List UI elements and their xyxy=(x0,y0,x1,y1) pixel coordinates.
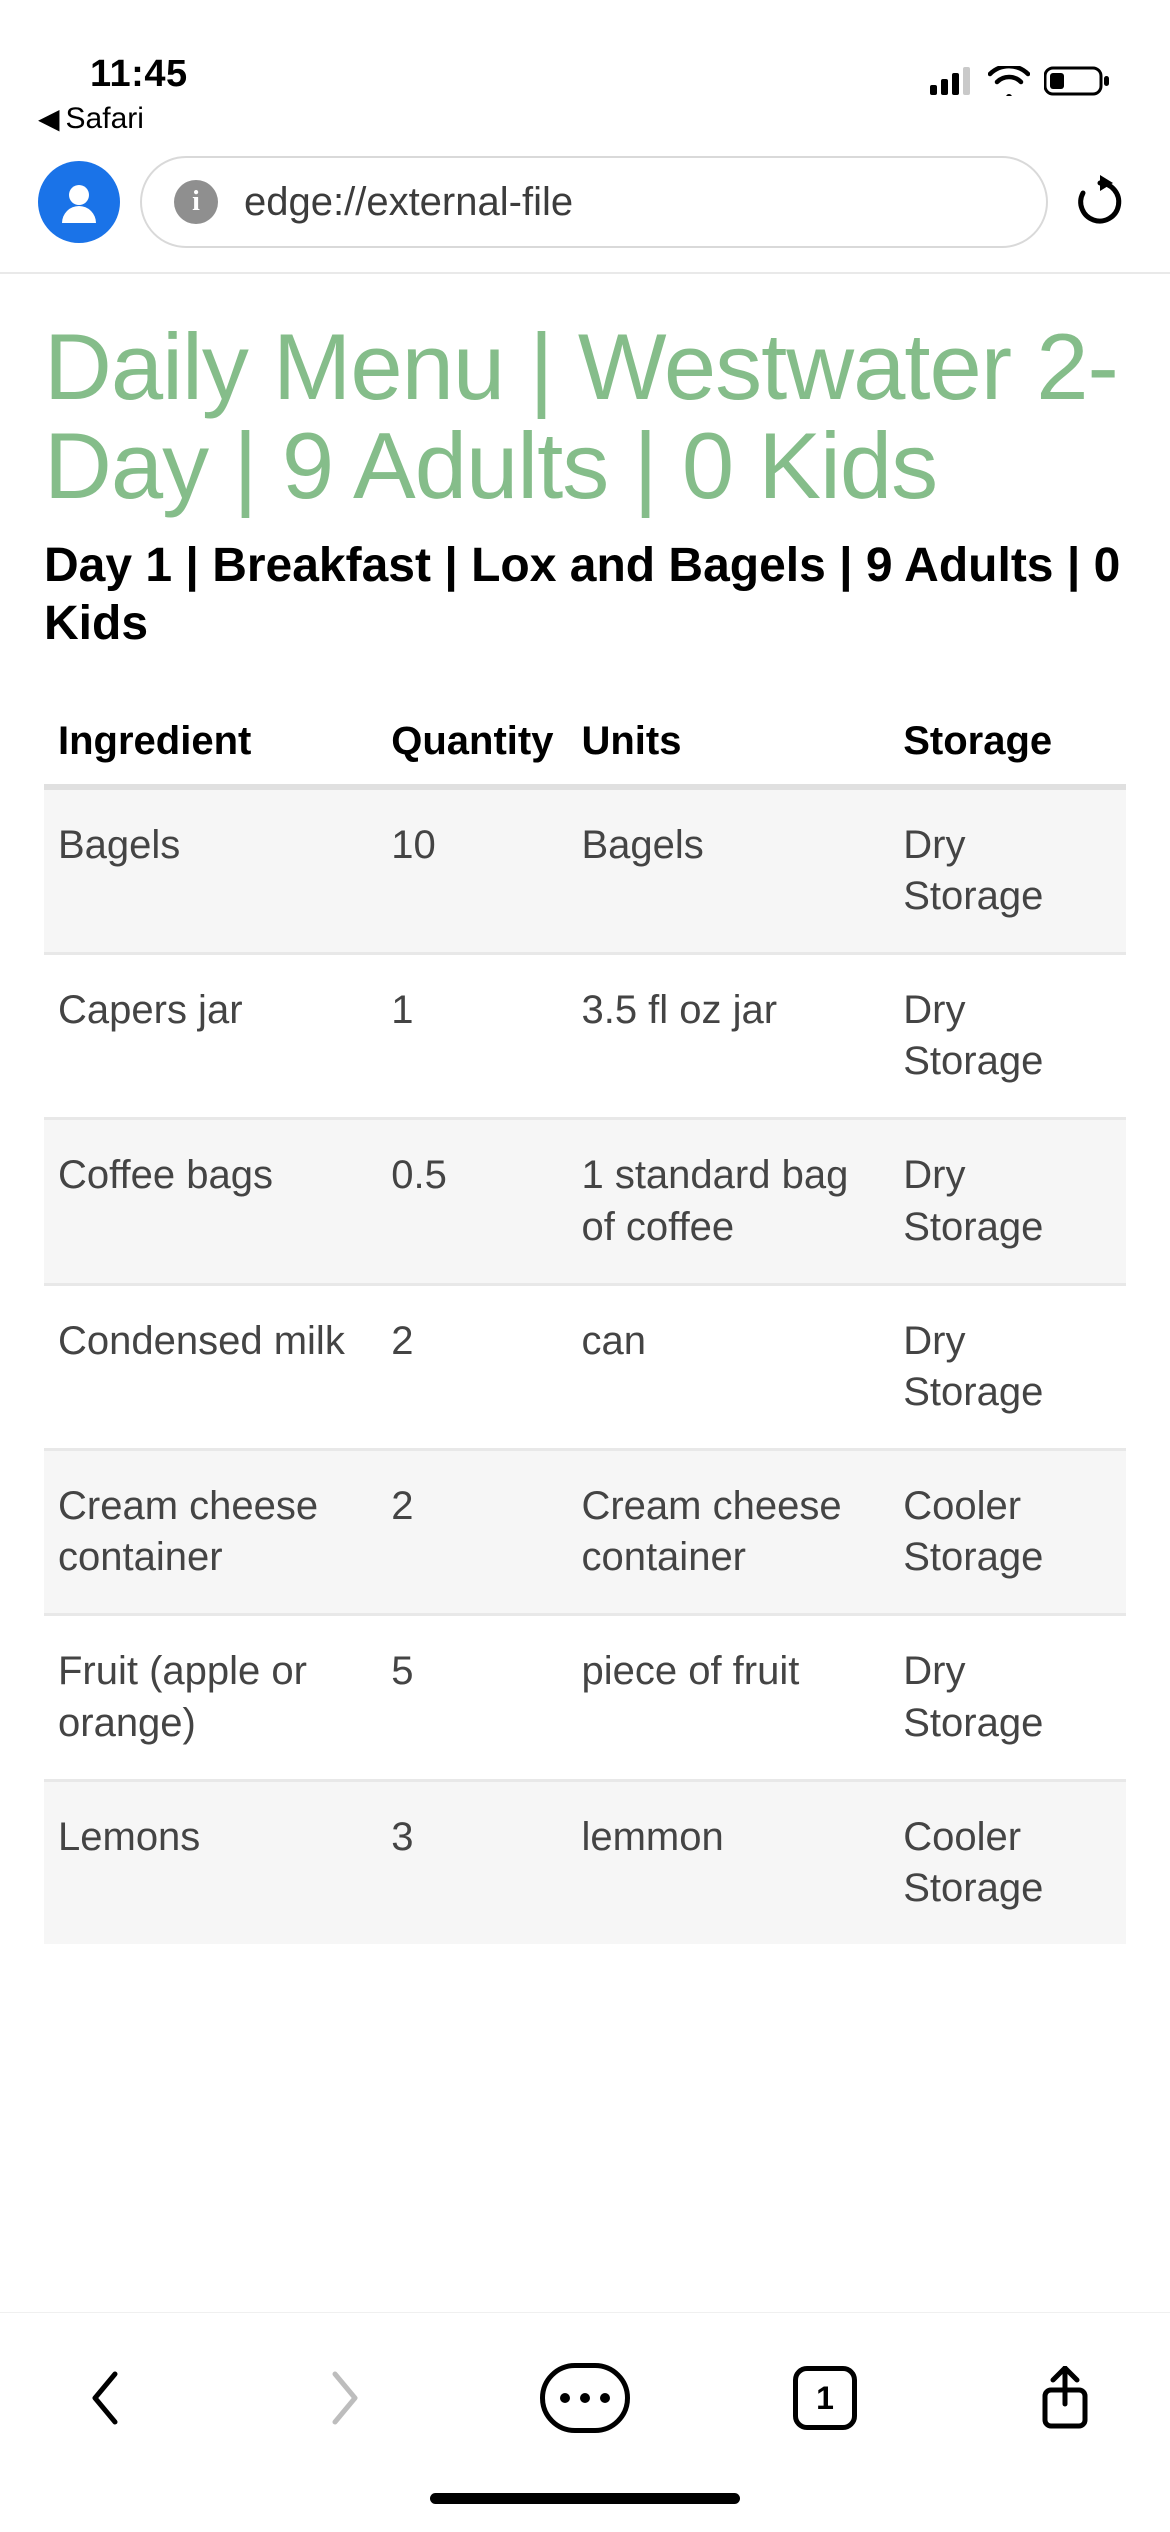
chevron-left-icon: ◀ xyxy=(38,105,60,133)
cell-ingredient: Lemons xyxy=(44,1780,377,1944)
cell-storage: Cooler Storage xyxy=(889,1450,1126,1615)
cell-ingredient: Condensed milk xyxy=(44,1284,377,1449)
wifi-icon xyxy=(988,66,1030,96)
home-indicator[interactable] xyxy=(430,2493,740,2504)
cell-units: can xyxy=(567,1284,889,1449)
cell-quantity: 0.5 xyxy=(377,1119,567,1284)
share-button[interactable] xyxy=(1020,2353,1110,2443)
cell-quantity: 2 xyxy=(377,1450,567,1615)
cell-quantity: 3 xyxy=(377,1780,567,1944)
share-icon xyxy=(1039,2366,1091,2430)
cell-ingredient: Coffee bags xyxy=(44,1119,377,1284)
status-bar: 11:45 xyxy=(0,0,1170,100)
chevron-left-icon xyxy=(85,2368,125,2428)
cellular-icon xyxy=(930,67,974,95)
cell-units: piece of fruit xyxy=(567,1615,889,1780)
table-row: Cream cheese container 2 Cream cheese co… xyxy=(44,1450,1126,1615)
cell-quantity: 2 xyxy=(377,1284,567,1449)
col-header-ingredient: Ingredient xyxy=(44,701,377,787)
cell-units: 1 standard bag of coffee xyxy=(567,1119,889,1284)
ellipsis-icon xyxy=(540,2363,630,2433)
table-row: Condensed milk 2 can Dry Storage xyxy=(44,1284,1126,1449)
person-icon xyxy=(56,179,102,225)
reload-icon xyxy=(1073,175,1127,229)
profile-button[interactable] xyxy=(38,161,120,243)
reload-button[interactable] xyxy=(1068,170,1132,234)
col-header-storage: Storage xyxy=(889,701,1126,787)
tabs-button[interactable]: 1 xyxy=(780,2353,870,2443)
site-info-icon[interactable]: i xyxy=(174,180,218,224)
nav-forward-button[interactable] xyxy=(300,2353,390,2443)
nav-back-button[interactable] xyxy=(60,2353,150,2443)
back-to-app-button[interactable]: ◀ Safari xyxy=(0,100,1170,150)
address-bar[interactable]: i edge://external-file xyxy=(140,156,1048,248)
cell-ingredient: Cream cheese container xyxy=(44,1450,377,1615)
cell-storage: Dry Storage xyxy=(889,953,1126,1118)
cell-quantity: 10 xyxy=(377,787,567,954)
chevron-right-icon xyxy=(325,2368,365,2428)
cell-quantity: 5 xyxy=(377,1615,567,1780)
back-to-app-label: Safari xyxy=(66,102,144,136)
page-title: Daily Menu | Westwater 2-Day | 9 Adults … xyxy=(44,318,1126,515)
ingredients-table: Ingredient Quantity Units Storage Bagels… xyxy=(44,701,1126,1945)
page-content: Daily Menu | Westwater 2-Day | 9 Adults … xyxy=(0,274,1170,1944)
col-header-units: Units xyxy=(567,701,889,787)
cell-units: Bagels xyxy=(567,787,889,954)
cell-storage: Dry Storage xyxy=(889,1615,1126,1780)
battery-icon xyxy=(1044,66,1110,96)
table-row: Coffee bags 0.5 1 standard bag of coffee… xyxy=(44,1119,1126,1284)
col-header-quantity: Quantity xyxy=(377,701,567,787)
table-row: Lemons 3 lemmon Cooler Storage xyxy=(44,1780,1126,1944)
status-icons xyxy=(930,66,1110,96)
cell-units: Cream cheese container xyxy=(567,1450,889,1615)
cell-storage: Dry Storage xyxy=(889,1119,1126,1284)
browser-bar: i edge://external-file xyxy=(0,150,1170,274)
cell-units: lemmon xyxy=(567,1780,889,1944)
cell-units: 3.5 fl oz jar xyxy=(567,953,889,1118)
cell-storage: Dry Storage xyxy=(889,787,1126,954)
table-header-row: Ingredient Quantity Units Storage xyxy=(44,701,1126,787)
menu-button[interactable] xyxy=(540,2353,630,2443)
cell-storage: Dry Storage xyxy=(889,1284,1126,1449)
cell-quantity: 1 xyxy=(377,953,567,1118)
cell-ingredient: Bagels xyxy=(44,787,377,954)
bottom-toolbar: 1 xyxy=(0,2312,1170,2532)
table-row: Fruit (apple or orange) 5 piece of fruit… xyxy=(44,1615,1126,1780)
cell-ingredient: Capers jar xyxy=(44,953,377,1118)
status-time: 11:45 xyxy=(90,53,188,96)
cell-storage: Cooler Storage xyxy=(889,1780,1126,1944)
url-text: edge://external-file xyxy=(244,180,573,225)
meal-heading: Day 1 | Breakfast | Lox and Bagels | 9 A… xyxy=(44,537,1126,652)
table-row: Bagels 10 Bagels Dry Storage xyxy=(44,787,1126,954)
cell-ingredient: Fruit (apple or orange) xyxy=(44,1615,377,1780)
tabs-count-badge: 1 xyxy=(793,2366,857,2430)
table-row: Capers jar 1 3.5 fl oz jar Dry Storage xyxy=(44,953,1126,1118)
